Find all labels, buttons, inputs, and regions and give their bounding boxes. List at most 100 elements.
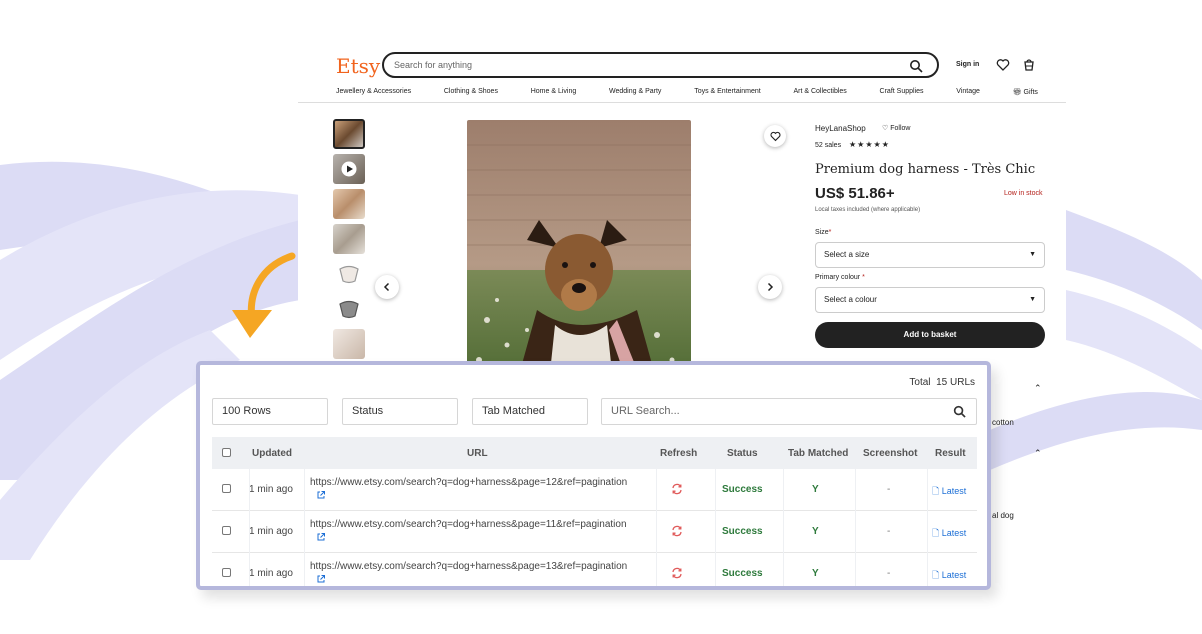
thumbnail-6[interactable]: [333, 294, 365, 324]
star-rating: ★★★★★: [849, 140, 890, 149]
column-divider: [715, 437, 716, 586]
follow-button[interactable]: ♡ Follow: [882, 124, 910, 132]
category-home[interactable]: Home & Living: [531, 88, 577, 96]
updated-cell: 1 min ago: [249, 568, 293, 579]
document-icon: 🗋: [932, 570, 942, 580]
table-row: 1 min ago https://www.etsy.com/search?q=…: [212, 553, 977, 586]
row-checkbox[interactable]: [222, 526, 231, 535]
product-photo: [467, 120, 691, 382]
chevron-left-icon: [383, 282, 390, 292]
thumbnail-5[interactable]: [333, 259, 365, 289]
thumbnail-4[interactable]: [333, 224, 365, 254]
tab-matched-select[interactable]: Tab Matched: [472, 398, 588, 425]
header-updated[interactable]: Updated: [252, 448, 292, 459]
category-gifts[interactable]: 🎁︎ Gifts: [1013, 88, 1038, 96]
tax-note: Local taxes included (where applicable): [815, 207, 921, 213]
url-link[interactable]: https://www.etsy.com/search?q=dog+harnes…: [310, 477, 650, 488]
url-link[interactable]: https://www.etsy.com/search?q=dog+harnes…: [310, 561, 650, 572]
tab-matched-value: Y: [812, 568, 819, 579]
latest-result-link[interactable]: 🗋 Latest: [932, 568, 966, 584]
sign-in-link[interactable]: Sign in: [956, 61, 979, 68]
add-to-basket-button[interactable]: Add to basket: [815, 322, 1045, 348]
sales-count: 52 sales: [815, 142, 842, 149]
header-divider: [298, 102, 1066, 103]
tab-matched-value: Y: [812, 526, 819, 537]
heart-icon[interactable]: [996, 58, 1010, 72]
thumbnail-7[interactable]: [333, 329, 365, 359]
favorite-button[interactable]: [764, 125, 786, 147]
status-badge: Success: [722, 568, 763, 579]
external-link-icon[interactable]: [316, 490, 326, 500]
details-text: cotton: [992, 418, 1014, 427]
url-monitor-panel: Total 15 URLs 100 Rows Status Tab Matche…: [196, 361, 991, 590]
updated-cell: 1 min ago: [249, 526, 293, 537]
category-toys[interactable]: Toys & Entertainment: [694, 88, 761, 96]
updated-cell: 1 min ago: [249, 484, 293, 495]
etsy-search-input[interactable]: Search for anything: [382, 52, 939, 78]
product-price: US$ 51.86+: [815, 185, 895, 202]
search-icon[interactable]: [909, 59, 923, 73]
row-checkbox[interactable]: [222, 568, 231, 577]
chevron-up-icon[interactable]: ⌃: [1034, 383, 1042, 394]
stage: Etsy Search for anything Sign in Jewelle…: [0, 0, 1202, 634]
latest-result-link[interactable]: 🗋 Latest: [932, 526, 966, 542]
prev-image-button[interactable]: [375, 275, 399, 299]
category-clothing[interactable]: Clothing & Shoes: [444, 88, 498, 96]
category-jewellery[interactable]: Jewellery & Accessories: [336, 88, 411, 96]
status-select[interactable]: Status: [342, 398, 458, 425]
table-header: Updated URL Refresh Status Tab Matched S…: [212, 437, 977, 469]
select-all-checkbox[interactable]: [222, 448, 231, 457]
thumbnail-1[interactable]: [333, 119, 365, 149]
column-divider: [304, 437, 305, 586]
header-tab-matched[interactable]: Tab Matched: [788, 448, 848, 459]
colour-label: Primary colour *: [815, 274, 865, 281]
size-select[interactable]: Select a size ▼: [815, 242, 1045, 268]
search-icon[interactable]: [953, 405, 966, 418]
refresh-icon[interactable]: [671, 567, 683, 579]
table-row: 1 min ago https://www.etsy.com/search?q=…: [212, 469, 977, 511]
caret-down-icon: ▼: [1029, 251, 1036, 258]
header-url[interactable]: URL: [467, 448, 488, 459]
status-badge: Success: [722, 484, 763, 495]
external-link-icon[interactable]: [316, 574, 326, 584]
refresh-icon[interactable]: [671, 525, 683, 537]
description-text: al dog: [992, 511, 1014, 520]
category-art[interactable]: Art & Collectibles: [793, 88, 846, 96]
cart-icon[interactable]: [1022, 58, 1036, 72]
refresh-icon[interactable]: [671, 483, 683, 495]
rows-select[interactable]: 100 Rows: [212, 398, 328, 425]
screenshot-value: -: [887, 568, 891, 579]
chevron-up-icon[interactable]: ⌃: [1034, 448, 1042, 459]
column-divider: [656, 437, 657, 586]
shop-name[interactable]: HeyLanaShop: [815, 124, 866, 133]
next-image-button[interactable]: [758, 275, 782, 299]
url-search-input[interactable]: URL Search...: [601, 398, 977, 425]
category-vintage[interactable]: Vintage: [956, 88, 980, 96]
play-icon: [341, 161, 357, 177]
external-link-icon[interactable]: [316, 532, 326, 542]
table-row: 1 min ago https://www.etsy.com/search?q=…: [212, 511, 977, 553]
header-status[interactable]: Status: [727, 448, 758, 459]
status-badge: Success: [722, 526, 763, 537]
url-link[interactable]: https://www.etsy.com/search?q=dog+harnes…: [310, 519, 650, 530]
thumbnail-3[interactable]: [333, 189, 365, 219]
header-screenshot: Screenshot: [863, 448, 918, 459]
column-divider: [249, 437, 250, 586]
product-title: Premium dog harness - Très Chic: [815, 162, 1036, 177]
tab-matched-value: Y: [812, 484, 819, 495]
category-wedding[interactable]: Wedding & Party: [609, 88, 661, 96]
header-result: Result: [935, 448, 966, 459]
row-checkbox[interactable]: [222, 484, 231, 493]
stock-badge: Low in stock: [1004, 190, 1043, 197]
etsy-logo[interactable]: Etsy: [336, 54, 380, 78]
category-craft[interactable]: Craft Supplies: [880, 88, 924, 96]
header-refresh: Refresh: [660, 448, 698, 459]
gift-icon: 🎁︎: [1012, 89, 1024, 96]
document-icon: 🗋: [932, 528, 942, 538]
caret-down-icon: ▼: [1029, 296, 1036, 303]
chevron-right-icon: [767, 282, 774, 292]
colour-select[interactable]: Select a colour ▼: [815, 287, 1045, 313]
latest-result-link[interactable]: 🗋 Latest: [932, 484, 966, 500]
size-label: Size*: [815, 229, 832, 236]
thumbnail-video[interactable]: [333, 154, 365, 184]
